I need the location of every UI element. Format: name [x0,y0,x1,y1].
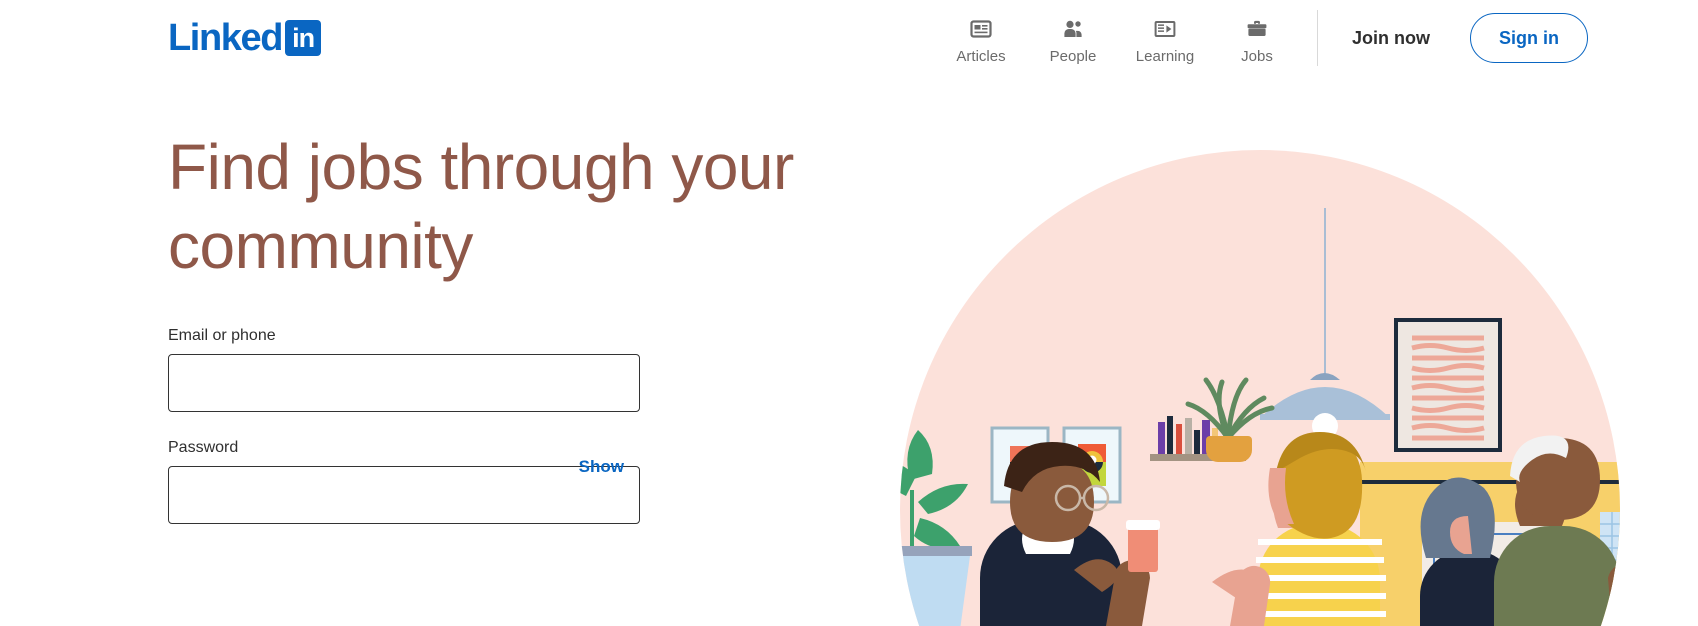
nav-item-learning[interactable]: Learning [1119,8,1211,68]
learning-icon [1153,16,1177,42]
nav-item-people[interactable]: People [1027,8,1119,68]
linkedin-login-page: Linked in Articles People Learning Jobs … [0,0,1698,626]
sign-in-button[interactable]: Sign in [1470,13,1588,63]
nav-label-people: People [1049,48,1097,65]
linkedin-logo[interactable]: Linked in [168,17,322,59]
page-headline: Find jobs through your community [168,131,794,282]
nav-item-jobs[interactable]: Jobs [1211,8,1303,68]
join-now-link[interactable]: Join now [1336,16,1446,61]
people-collaborating-illustration [860,150,1698,626]
nav-label-learning: Learning [1135,48,1195,65]
logo-wordmark: Linked [168,17,283,59]
articles-icon [969,16,993,42]
hero-form-column: Find jobs through your community Email o… [168,128,868,550]
email-field-group: Email or phone [168,326,640,412]
password-field-label: Password [168,439,239,456]
sign-in-form: Email or phone Password Show [168,326,640,524]
people-icon [1061,16,1085,42]
main-nav: Articles People Learning Jobs Join now S… [935,0,1698,76]
nav-label-articles: Articles [956,48,1006,65]
nav-label-jobs: Jobs [1241,48,1273,65]
nav-item-articles[interactable]: Articles [935,8,1027,68]
logo-in-badge: in [285,20,322,56]
nav-divider [1317,10,1318,66]
site-header: Linked in Articles People Learning Jobs … [0,0,1698,76]
password-field-group: Password Show [168,438,640,524]
password-input[interactable] [168,466,640,524]
email-input[interactable] [168,354,640,412]
email-field-label: Email or phone [168,327,276,344]
show-password-button[interactable]: Show [579,438,624,496]
jobs-icon [1245,16,1269,42]
